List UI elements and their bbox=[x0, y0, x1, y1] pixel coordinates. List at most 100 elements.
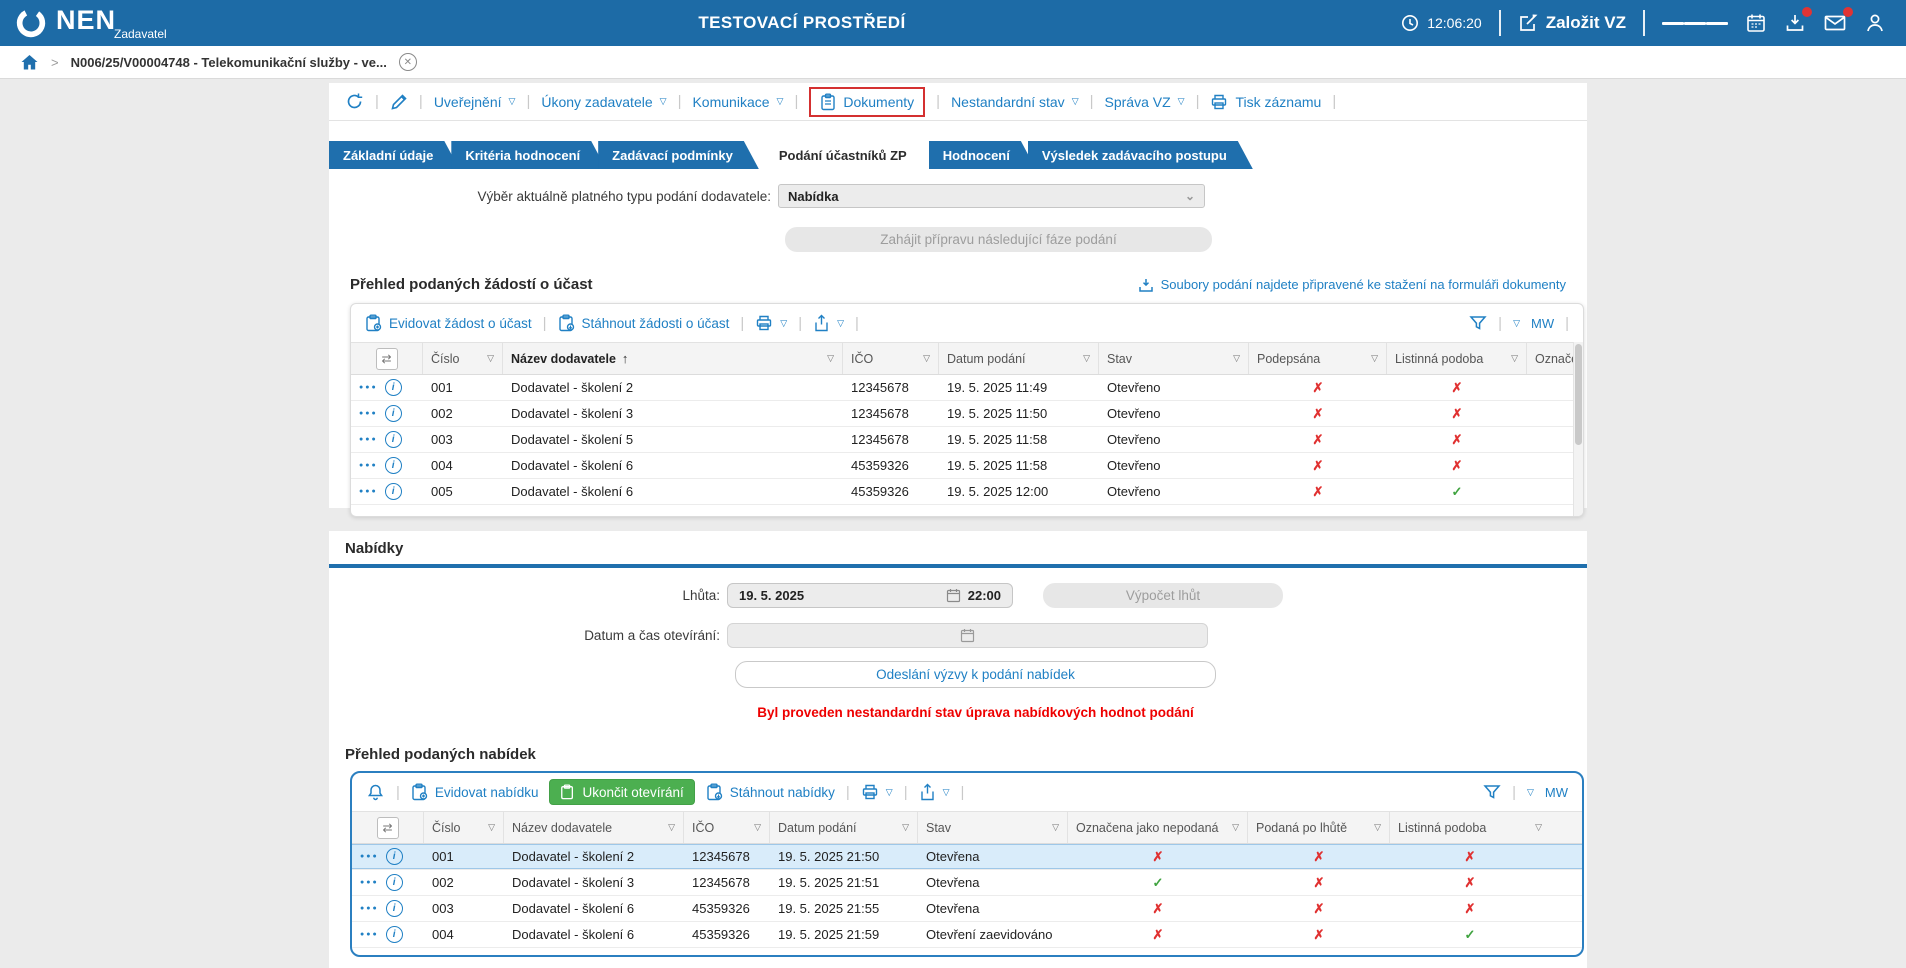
calendar-icon[interactable] bbox=[1745, 12, 1767, 34]
row-menu-icon[interactable]: ●●● bbox=[359, 384, 378, 391]
offer-row[interactable]: ●●● i 003 Dodavatel - školení 6 45359326… bbox=[352, 896, 1582, 922]
filter-icon[interactable] bbox=[1469, 314, 1487, 332]
filter-caret-icon[interactable]: ▽ bbox=[664, 822, 675, 833]
request-row[interactable]: ●●● i 003 Dodavatel - školení 5 12345678… bbox=[351, 427, 1583, 453]
opening-datetime-field[interactable] bbox=[727, 623, 1208, 648]
tab-vysledek-zadavaciho-postupu[interactable]: Výsledek zadávacího postupu bbox=[1028, 141, 1253, 169]
download-offers-button[interactable]: Stáhnout nabídky bbox=[706, 783, 835, 801]
filter-caret-icon[interactable]: ▽ bbox=[1531, 822, 1542, 833]
scrollbar-thumb[interactable] bbox=[1575, 344, 1582, 445]
info-icon[interactable]: i bbox=[385, 405, 402, 422]
menu-sprava-vz[interactable]: Správa VZ▽ bbox=[1105, 94, 1185, 110]
filter-caret-icon[interactable]: ▽ bbox=[483, 353, 494, 364]
tab-hodnoceni[interactable]: Hodnocení bbox=[929, 141, 1036, 169]
filter-caret-icon[interactable]: ▽ bbox=[484, 822, 495, 833]
row-menu-icon[interactable]: ●●● bbox=[359, 410, 378, 417]
filter-caret-icon[interactable]: ▽ bbox=[898, 822, 909, 833]
mw-view-button[interactable]: MW bbox=[1545, 785, 1568, 800]
col-cislo[interactable]: Číslo▽ bbox=[424, 812, 504, 843]
messages-icon[interactable] bbox=[1823, 12, 1847, 34]
home-icon[interactable] bbox=[20, 53, 39, 72]
row-menu-icon[interactable]: ●●● bbox=[360, 905, 379, 912]
filter-caret-icon[interactable]: ▽ bbox=[823, 353, 834, 364]
col-listinna-podoba[interactable]: Listinná podoba▽ bbox=[1390, 812, 1550, 843]
tab-podani-ucastniku-zp[interactable]: Podání účastníků ZP bbox=[759, 141, 927, 169]
mw-view-button[interactable]: MW bbox=[1531, 316, 1554, 331]
user-profile-icon[interactable] bbox=[1864, 12, 1886, 34]
create-vz-button[interactable]: Založit VZ bbox=[1518, 13, 1626, 33]
refresh-icon[interactable] bbox=[345, 92, 364, 111]
tab-zakladni-udaje[interactable]: Základní údaje bbox=[329, 141, 459, 169]
row-menu-icon[interactable]: ●●● bbox=[360, 879, 379, 886]
bell-icon[interactable] bbox=[366, 783, 385, 802]
info-icon[interactable]: i bbox=[385, 431, 402, 448]
menu-dokumenty-highlighted[interactable]: Dokumenty bbox=[809, 87, 925, 117]
edit-record-icon[interactable] bbox=[390, 93, 408, 111]
menu-ukony-zadavatele[interactable]: Úkony zadavatele▽ bbox=[541, 94, 666, 110]
info-icon[interactable]: i bbox=[385, 483, 402, 500]
col-oznacena-jako-nepodana[interactable]: Označena jako nepodaná▽ bbox=[1068, 812, 1248, 843]
request-row[interactable]: ●●● i 001 Dodavatel - školení 2 12345678… bbox=[351, 375, 1583, 401]
register-offer-button[interactable]: Evidovat nabídku bbox=[411, 783, 539, 801]
column-picker-icon[interactable]: ⇄ bbox=[377, 817, 399, 839]
download-requests-button[interactable]: Stáhnout žádosti o účast bbox=[558, 314, 730, 332]
finish-opening-button[interactable]: Ukončit otevírání bbox=[549, 779, 694, 805]
col-cislo[interactable]: Číslo▽ bbox=[423, 343, 503, 374]
submission-type-select[interactable]: Nabídka ⌄ bbox=[778, 184, 1205, 208]
close-record-icon[interactable]: ✕ bbox=[399, 53, 417, 71]
offer-row[interactable]: ●●● i 001 Dodavatel - školení 2 12345678… bbox=[352, 844, 1582, 870]
col-nazev-dodavatele[interactable]: Název dodavatele▽ bbox=[504, 812, 684, 843]
menu-icon[interactable] bbox=[1662, 18, 1728, 29]
request-row[interactable]: ●●● i 002 Dodavatel - školení 3 12345678… bbox=[351, 401, 1583, 427]
filter-caret-icon[interactable]: ▽ bbox=[1228, 822, 1239, 833]
col-podana-po-lhute[interactable]: Podaná po lhůtě▽ bbox=[1248, 812, 1390, 843]
col-datum-podani[interactable]: Datum podání▽ bbox=[770, 812, 918, 843]
request-row[interactable]: ●●● i 004 Dodavatel - školení 6 45359326… bbox=[351, 453, 1583, 479]
filter-caret-icon[interactable]: ▽ bbox=[1507, 353, 1518, 364]
col-ico[interactable]: IČO▽ bbox=[843, 343, 939, 374]
info-icon[interactable]: i bbox=[385, 379, 402, 396]
print-table-button[interactable]: ▽ bbox=[861, 783, 893, 801]
column-picker-icon[interactable]: ⇄ bbox=[376, 348, 398, 370]
col-stav[interactable]: Stav▽ bbox=[1099, 343, 1249, 374]
row-menu-icon[interactable]: ●●● bbox=[359, 462, 378, 469]
filter-caret-icon[interactable]: ▽ bbox=[1367, 353, 1378, 364]
print-record-button[interactable]: Tisk záznamu bbox=[1210, 93, 1321, 111]
downloads-icon[interactable] bbox=[1784, 12, 1806, 34]
menu-uverejneni[interactable]: Uveřejnění▽ bbox=[434, 94, 516, 110]
row-menu-icon[interactable]: ●●● bbox=[359, 488, 378, 495]
chevron-down-icon[interactable]: ▽ bbox=[1527, 787, 1534, 798]
col-nazev-dodavatele[interactable]: Název dodavatele↑▽ bbox=[503, 343, 843, 374]
info-icon[interactable]: i bbox=[386, 874, 403, 891]
col-listinna-podoba[interactable]: Listinná podoba▽ bbox=[1387, 343, 1527, 374]
filter-caret-icon[interactable]: ▽ bbox=[750, 822, 761, 833]
compute-deadlines-button[interactable]: Výpočet lhůt bbox=[1043, 583, 1283, 608]
row-menu-icon[interactable]: ●●● bbox=[360, 931, 379, 938]
menu-nestandardni-stav[interactable]: Nestandardní stav▽ bbox=[951, 94, 1079, 110]
row-menu-icon[interactable]: ●●● bbox=[359, 436, 378, 443]
export-table-button[interactable]: ▽ bbox=[813, 314, 844, 332]
deadline-datetime-field[interactable]: 19. 5. 2025 22:00 bbox=[727, 583, 1013, 608]
send-call-button[interactable]: Odeslání výzvy k podání nabídek bbox=[735, 661, 1216, 688]
info-icon[interactable]: i bbox=[386, 848, 403, 865]
register-request-button[interactable]: Evidovat žádost o účast bbox=[365, 314, 532, 332]
info-icon[interactable]: i bbox=[386, 926, 403, 943]
info-icon[interactable]: i bbox=[386, 900, 403, 917]
col-ico[interactable]: IČO▽ bbox=[684, 812, 770, 843]
app-logo[interactable]: NEN Zadavatel bbox=[14, 6, 167, 40]
filter-caret-icon[interactable]: ▽ bbox=[1048, 822, 1059, 833]
chevron-down-icon[interactable]: ▽ bbox=[1513, 318, 1520, 329]
request-row[interactable]: ●●● i 005 Dodavatel - školení 6 45359326… bbox=[351, 479, 1583, 505]
col-datum-podani[interactable]: Datum podání▽ bbox=[939, 343, 1099, 374]
row-menu-icon[interactable]: ●●● bbox=[360, 853, 379, 860]
menu-komunikace[interactable]: Komunikace▽ bbox=[692, 94, 783, 110]
next-phase-button[interactable]: Zahájit přípravu následující fáze podání bbox=[785, 227, 1212, 252]
filter-caret-icon[interactable]: ▽ bbox=[1370, 822, 1381, 833]
tab-kriteria-hodnoceni[interactable]: Kritéria hodnocení bbox=[451, 141, 606, 169]
info-icon[interactable]: i bbox=[385, 457, 402, 474]
filter-caret-icon[interactable]: ▽ bbox=[919, 353, 930, 364]
vertical-scrollbar[interactable] bbox=[1573, 342, 1583, 516]
filter-caret-icon[interactable]: ▽ bbox=[1079, 353, 1090, 364]
tab-zadavaci-podminky[interactable]: Zadávací podmínky bbox=[598, 141, 759, 169]
print-table-button[interactable]: ▽ bbox=[755, 314, 787, 332]
